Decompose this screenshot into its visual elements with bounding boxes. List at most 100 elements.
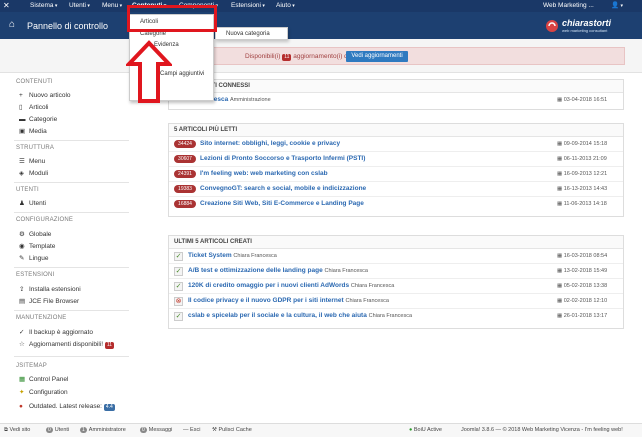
published-check-icon[interactable]: ✓ <box>174 312 183 321</box>
sidebar-divider <box>14 310 129 311</box>
row-date: ▦ 02-02-2018 12:10 <box>557 298 608 304</box>
eye-icon: ◉ <box>19 243 25 250</box>
sidebar-item-globale[interactable]: ⚙ Globale <box>19 230 51 239</box>
categorie-submenu: Nuova categoria <box>215 27 288 40</box>
menu-utenti[interactable]: Utenti <box>69 1 90 11</box>
article-link[interactable]: Sito internet: obblighi, leggi, cookie e… <box>200 140 340 147</box>
gear-icon: ⚙ <box>19 231 25 238</box>
article-link[interactable]: Lezioni di Pronto Soccorso e Trasporto I… <box>200 155 365 162</box>
sidebar-item-articoli[interactable]: ▯ Articoli <box>19 103 49 112</box>
published-check-icon[interactable]: ✓ <box>174 252 183 261</box>
panel-icon: ▦ <box>19 376 26 383</box>
sidebar-item-configuration[interactable]: ✦ Configuration <box>19 388 68 397</box>
sidebar-item-control-panel[interactable]: ▦ Control Panel <box>19 375 68 384</box>
table-row: 16884 Creazione Siti Web, Siti E-Commerc… <box>169 197 623 212</box>
sidebar-item-utenti[interactable]: ♟ Utenti <box>19 199 46 208</box>
panel-recent-users: ULTIMI UTENTI CONNESSI Chiara Francesca … <box>168 79 624 110</box>
logout-link[interactable]: — Esci <box>183 427 200 433</box>
panel-title: 5 ARTICOLI PIÙ LETTI <box>169 124 623 137</box>
sidebar-item-backup[interactable]: ✓ Il backup è aggiornato <box>19 328 93 337</box>
hits-badge: 24391 <box>174 170 196 178</box>
panel-title: ULTIMI UTENTI CONNESSI <box>169 80 623 93</box>
row-date: ▦ 05-02-2018 13:38 <box>557 283 608 289</box>
view-updates-button[interactable]: Vedi aggiornamenti <box>346 51 408 62</box>
unpublished-icon[interactable]: ⊗ <box>174 297 183 306</box>
sidebar-head-configurazione: CONFIGURAZIONE <box>16 217 74 223</box>
sidebar-head-contenuti: CONTENUTI <box>16 79 53 85</box>
row-date: ▦ 06-11-2013 21:09 <box>557 156 607 162</box>
sidebar-item-nuovo-articolo[interactable]: + Nuovo articolo <box>19 91 71 100</box>
comment-icon: ✎ <box>19 255 25 262</box>
sidebar-divider <box>14 356 129 357</box>
visitors-status[interactable]: 0 Utenti <box>46 427 69 433</box>
article-link[interactable]: ConvegnoGT: search e social, mobile e in… <box>200 185 366 192</box>
row-date: ▦ 16-03-2018 08:54 <box>557 253 608 259</box>
sidebar-item-jce[interactable]: ▤ JCE File Browser <box>19 297 79 306</box>
published-check-icon[interactable]: ✓ <box>174 282 183 291</box>
view-site-link[interactable]: ⧉ Vedi sito <box>4 427 30 434</box>
list-icon: ☰ <box>19 158 25 165</box>
hits-badge: 30607 <box>174 155 196 163</box>
brand-subtitle: web marketing consultant <box>562 28 608 33</box>
table-row: ✓ Ticket System Chiara Francesca ▦ 16-03… <box>169 249 623 264</box>
sidebar-item-categorie[interactable]: ▬ Categorie <box>19 115 57 124</box>
site-name-link[interactable]: Web Marketing ... <box>543 1 594 11</box>
cube-icon: ◈ <box>19 170 24 177</box>
sidebar-head-manutenzione: MANUTENZIONE <box>16 315 67 321</box>
article-link[interactable]: Ticket System Chiara Francesca <box>188 252 277 259</box>
article-link[interactable]: A/B test e ottimizzazione delle landing … <box>188 267 368 274</box>
joomla-logo-icon[interactable]: ✕ <box>3 1 13 11</box>
page-title: Pannello di controllo <box>27 21 109 31</box>
menu-aiuto[interactable]: Aiuto <box>276 1 295 11</box>
row-date: ▦ 26-01-2018 13:17 <box>557 313 608 319</box>
brand-name: chiarastorti <box>562 18 612 28</box>
copyright-text: Joomla! 3.8.6 — © 2018 Web Marketing Vic… <box>461 427 623 433</box>
users-icon: ♟ <box>19 200 25 207</box>
sidebar-item-template[interactable]: ◉ Template <box>19 242 55 251</box>
article-link[interactable]: Il codice privacy e il nuovo GDPR per i … <box>188 297 389 304</box>
folder-icon: ▬ <box>19 116 26 123</box>
error-icon: ● <box>19 403 23 410</box>
sidebar-item-moduli[interactable]: ◈ Moduli <box>19 169 48 178</box>
row-date: ▦ 09-09-2014 15:18 <box>557 141 608 147</box>
article-link[interactable]: Creazione Siti Web, Siti E-Commerce e La… <box>200 200 364 207</box>
table-row: ⊗ Il codice privacy e il nuovo GDPR per … <box>169 294 623 309</box>
hits-badge: 19383 <box>174 185 196 193</box>
article-link[interactable]: 120K di credito omaggio per i nuovi clie… <box>188 282 394 289</box>
article-link[interactable]: I'm feeling web: web marketing con cslab <box>200 170 328 177</box>
table-row: 19383 ConvegnoGT: search e social, mobil… <box>169 182 623 197</box>
file-icon: ▯ <box>19 104 23 111</box>
article-link[interactable]: cslab e spicelab per il sociale e la cul… <box>188 312 412 319</box>
published-check-icon[interactable]: ✓ <box>174 267 183 276</box>
sidebar-item-aggiornamenti[interactable]: ☆ Aggiornamenti disponibili! 11 <box>19 340 115 349</box>
menu-estensioni[interactable]: Estensioni <box>231 1 265 11</box>
row-date: ▦ 13-02-2018 15:49 <box>557 268 608 274</box>
alert-count-badge: 11 <box>282 54 292 61</box>
sidebar-divider <box>14 267 129 268</box>
row-date: ▦ 11-06-2013 14:18 <box>557 201 607 207</box>
sidebar-item-outdated[interactable]: ● Outdated. Latest release: 4.4 <box>19 402 115 411</box>
annotation-arrow-icon <box>126 40 172 103</box>
panel-most-read: 5 ARTICOLI PIÙ LETTI 34424 Sito internet… <box>168 123 624 217</box>
sidebar-item-lingue[interactable]: ✎ Lingue <box>19 254 49 263</box>
highlight-box <box>127 5 217 32</box>
table-row: ✓ A/B test e ottimizzazione delle landin… <box>169 264 623 279</box>
sidebar-item-installa[interactable]: ⇪ Installa estensioni <box>19 285 81 294</box>
messages-status[interactable]: 0 Messaggi <box>140 427 172 433</box>
menu-menu[interactable]: Menu <box>102 1 122 11</box>
plus-icon: + <box>19 92 23 99</box>
sidebar-head-jsitemap: JSITEMAP <box>16 363 47 369</box>
submenu-item-nuova-categoria[interactable]: Nuova categoria <box>226 31 270 37</box>
clear-cache-link[interactable]: ⚒ Pulisci Cache <box>212 427 252 433</box>
sidebar-head-estensioni: ESTENSIONI <box>16 272 55 278</box>
sidebar-item-media[interactable]: ▣ Media <box>19 127 47 136</box>
sidebar-item-menu[interactable]: ☰ Menu <box>19 157 45 166</box>
top-navbar: ✕ Sistema Utenti Menu Contenuti Componen… <box>0 0 642 12</box>
menu-sistema[interactable]: Sistema <box>30 1 57 11</box>
home-icon: ⌂ <box>9 19 16 30</box>
admins-status[interactable]: 1 Amministratore <box>80 427 126 433</box>
panel-latest-articles: ULTIMI 5 ARTICOLI CREATI ✓ Ticket System… <box>168 235 624 329</box>
hits-badge: 34424 <box>174 140 196 148</box>
user-icon[interactable]: 👤 <box>611 1 623 11</box>
sidebar-divider <box>14 140 129 141</box>
